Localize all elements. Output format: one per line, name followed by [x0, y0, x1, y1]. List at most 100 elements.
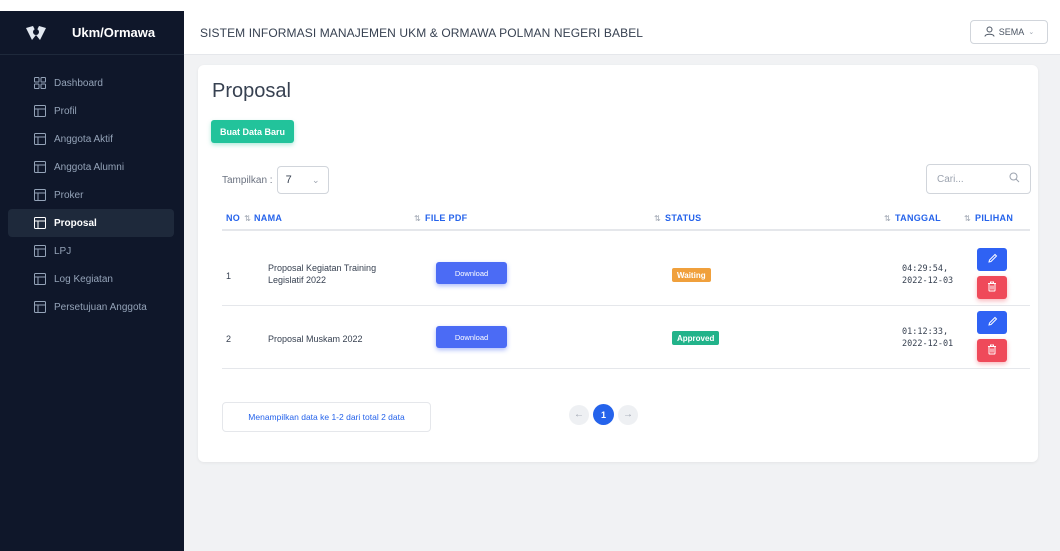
- sidebar-item-anggota-alumni[interactable]: Anggota Alumni: [8, 153, 174, 181]
- pencil-icon: [987, 316, 998, 329]
- column-label: NAMA: [254, 213, 283, 223]
- cell-nama-line: Proposal Kegiatan Training: [268, 263, 377, 273]
- table-row: 2 Proposal Muskam 2022 Download Approved…: [222, 306, 1030, 369]
- cell-no: 1: [226, 271, 232, 281]
- download-button[interactable]: Download: [436, 326, 507, 348]
- column-status[interactable]: ⇅ STATUS: [654, 213, 701, 223]
- delete-button[interactable]: [977, 276, 1007, 299]
- edit-button[interactable]: [977, 248, 1007, 271]
- cell-tanggal: 01:12:33, 2022-12-01: [902, 326, 953, 350]
- sidebar-item-label: LPJ: [54, 245, 72, 257]
- entries-control: Tampilkan : 7 ⌄: [222, 166, 329, 194]
- page-number-button[interactable]: 1: [593, 404, 614, 425]
- column-no[interactable]: NO ⇅: [226, 213, 251, 223]
- sort-icon: ⇅: [884, 213, 892, 223]
- sidebar-item-label: Proker: [54, 189, 84, 201]
- column-pilihan[interactable]: ⇅ PILIHAN: [964, 213, 1013, 223]
- column-label: FILE PDF: [425, 213, 468, 223]
- table-row: 1 Proposal Kegiatan Training Legislatif …: [222, 243, 1030, 306]
- sidebar-item-label: Log Kegiatan: [54, 273, 113, 285]
- edit-button[interactable]: [977, 311, 1007, 334]
- entries-select[interactable]: 7 ⌄: [276, 166, 329, 194]
- column-tanggal[interactable]: ⇅ TANGGAL: [884, 213, 941, 223]
- column-file-pdf[interactable]: ⇅ FILE PDF: [414, 213, 467, 223]
- entries-value: 7: [285, 174, 292, 186]
- sidebar: Ukm/Ormawa Dashboard Profil Anggota Akti…: [0, 11, 184, 551]
- sidebar-item-proposal[interactable]: Proposal: [8, 209, 174, 237]
- arrow-left-icon[interactable]: ←: [569, 404, 589, 425]
- sidebar-item-label: Proposal: [54, 217, 97, 229]
- brand[interactable]: Ukm/Ormawa: [0, 11, 184, 55]
- user-icon: [984, 26, 995, 39]
- sidebar-item-anggota-aktif[interactable]: Anggota Aktif: [8, 125, 174, 153]
- page-title: Proposal: [212, 80, 291, 102]
- status-badge: Waiting: [672, 268, 711, 282]
- sidebar-item-profil[interactable]: Profil: [8, 97, 174, 125]
- sidebar-item-label: Anggota Aktif: [54, 133, 113, 145]
- cell-nama-line: Legislatif 2022: [268, 275, 327, 285]
- top-bar: SISTEM INFORMASI MANAJEMEN UKM & ORMAWA …: [184, 11, 1060, 55]
- sidebar-item-log-kegiatan[interactable]: Log Kegiatan: [8, 265, 174, 293]
- main-content: Proposal Buat Data Baru Tampilkan : 7 ⌄ …: [184, 55, 1060, 551]
- app-title: SISTEM INFORMASI MANAJEMEN UKM & ORMAWA …: [200, 25, 644, 40]
- sort-icon: ⇅: [654, 213, 662, 223]
- pencil-icon: [987, 253, 998, 266]
- trash-icon: [987, 281, 997, 294]
- cell-nama: Proposal Muskam 2022: [268, 334, 363, 344]
- table-icon: [34, 301, 46, 313]
- sort-icon: ⇅: [414, 213, 422, 223]
- cell-no: 2: [226, 334, 232, 344]
- sidebar-nav: Dashboard Profil Anggota Aktif Anggota A…: [0, 69, 184, 321]
- table-icon: [34, 161, 46, 173]
- chevron-down-icon: ⌄: [312, 174, 320, 185]
- proposal-card: Proposal Buat Data Baru Tampilkan : 7 ⌄ …: [198, 65, 1038, 462]
- table-icon: [34, 105, 46, 117]
- search-placeholder: Cari...: [937, 173, 964, 185]
- column-label: NO: [226, 213, 241, 223]
- sort-icon: ⇅: [244, 213, 252, 223]
- create-new-button[interactable]: Buat Data Baru: [211, 120, 295, 143]
- sidebar-item-dashboard[interactable]: Dashboard: [8, 69, 174, 97]
- sidebar-item-label: Profil: [54, 105, 77, 117]
- user-menu-button[interactable]: SEMA ⌄: [970, 20, 1048, 44]
- sidebar-item-label: Anggota Alumni: [54, 161, 125, 173]
- sidebar-item-label: Persetujuan Anggota: [54, 301, 147, 313]
- column-label: PILIHAN: [975, 213, 1014, 223]
- table-icon: [34, 273, 46, 285]
- cell-nama-line: Proposal Muskam 2022: [268, 334, 363, 344]
- dashboard-grid-icon: [34, 77, 46, 89]
- table-header: NO ⇅ NAMA ⇅ FILE PDF ⇅ STATUS ⇅ TANGGAL ⇅ PIL…: [222, 205, 1030, 231]
- cell-tanggal: 04:29:54, 2022-12-03: [902, 263, 953, 287]
- cell-nama: Proposal Kegiatan Training Legislatif 20…: [268, 262, 376, 286]
- search-icon: [1009, 172, 1020, 186]
- cell-time: 04:29:54,: [902, 264, 949, 274]
- sidebar-item-label: Dashboard: [54, 77, 103, 89]
- download-button[interactable]: Download: [436, 262, 507, 284]
- status-badge: Approved: [672, 331, 720, 345]
- delete-button[interactable]: [977, 339, 1007, 362]
- entries-label: Tampilkan :: [222, 174, 273, 186]
- brand-name: Ukm/Ormawa: [72, 25, 156, 40]
- brand-logo-icon: [24, 24, 48, 42]
- table-icon: [34, 189, 46, 201]
- column-label: STATUS: [665, 213, 702, 223]
- cell-time: 01:12:33,: [902, 327, 949, 337]
- cell-date: 2022-12-01: [902, 339, 954, 349]
- cell-date: 2022-12-03: [902, 276, 954, 286]
- arrow-right-icon[interactable]: →: [618, 404, 638, 425]
- search-input[interactable]: Cari...: [926, 164, 1031, 194]
- chevron-down-icon: ⌄: [1028, 29, 1035, 36]
- table-icon: [34, 245, 46, 257]
- sidebar-item-proker[interactable]: Proker: [8, 181, 174, 209]
- sidebar-item-lpj[interactable]: LPJ: [8, 237, 174, 265]
- sidebar-item-persetujuan-anggota[interactable]: Persetujuan Anggota: [8, 293, 174, 321]
- table-icon: [34, 217, 46, 229]
- column-nama[interactable]: NAMA: [254, 213, 282, 223]
- pagination: ← 1 →: [569, 404, 638, 425]
- column-label: TANGGAL: [895, 213, 941, 223]
- user-name: SEMA: [998, 27, 1025, 37]
- sort-icon: ⇅: [964, 213, 972, 223]
- pagination-info: Menampilkan data ke 1-2 dari total 2 dat…: [222, 402, 431, 432]
- table-icon: [34, 133, 46, 145]
- trash-icon: [987, 344, 997, 357]
